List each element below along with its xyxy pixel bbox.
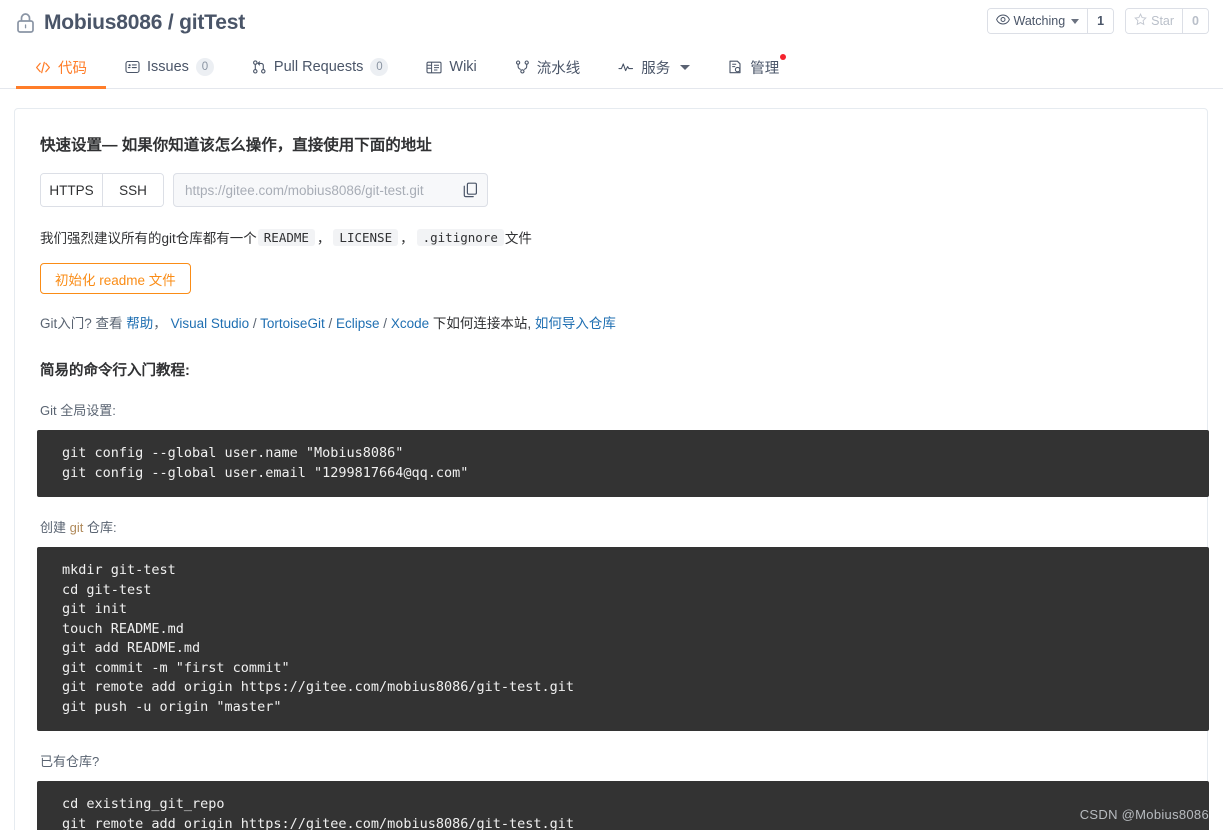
recommend-prefix: 我们强烈建议所有的git仓库都有一个	[40, 227, 257, 247]
protocol-https-button[interactable]: HTTPS	[41, 174, 102, 206]
recommend-line: 我们强烈建议所有的git仓库都有一个 README ， LICENSE ， .g…	[40, 227, 1196, 247]
help-slash-2: /	[328, 316, 332, 331]
issue-card-icon	[125, 60, 140, 74]
tutorial-heading: 简易的命令行入门教程:	[40, 359, 1196, 380]
tab-pipeline-label: 流水线	[537, 57, 581, 78]
watch-button[interactable]: Watching	[988, 9, 1088, 33]
star-label: Star	[1151, 14, 1174, 28]
code-line: touch README.md	[37, 620, 1209, 640]
help-view: 查看	[96, 316, 123, 331]
section-label-global-settings: Git 全局设置:	[40, 400, 1196, 419]
code-block-existing-repo[interactable]: cd existing_git_repo git remote add orig…	[37, 781, 1209, 830]
help-lead: Git入门?	[40, 316, 92, 331]
tag-license: LICENSE	[333, 229, 398, 246]
help-slash-3: /	[383, 316, 387, 331]
book-icon	[426, 61, 442, 74]
quick-setup-heading: 快速设置— 如果你知道该怎么操作，直接使用下面的地址	[40, 133, 1196, 155]
help-comma: ，	[153, 316, 167, 331]
code-line: git commit -m "first commit"	[37, 659, 1209, 679]
page-root: Mobius8086 / gitTest Watching 1	[0, 0, 1223, 830]
tab-services-label: 服务	[641, 57, 670, 78]
recommend-suffix: 文件	[505, 227, 532, 247]
tab-code[interactable]: 代码	[16, 46, 106, 88]
header-actions: Watching 1 Star 0	[987, 8, 1210, 34]
link-tortoisegit[interactable]: TortoiseGit	[260, 316, 325, 331]
section-label-existing-repo: 已有仓库?	[40, 751, 1196, 770]
code-line: git config --global user.email "12998176…	[37, 464, 1209, 484]
tag-separator-2: ，	[400, 227, 414, 247]
tab-manage[interactable]: 管理	[709, 46, 798, 88]
watch-label: Watching	[1014, 14, 1066, 28]
watch-count[interactable]: 1	[1087, 9, 1113, 33]
tab-services[interactable]: 服务	[599, 46, 709, 88]
link-help[interactable]: 帮助	[126, 316, 153, 331]
code-line: cd existing_git_repo	[37, 795, 1209, 815]
create-repo-label-keyword: git	[70, 520, 84, 535]
init-readme-button[interactable]: 初始化 readme 文件	[40, 263, 191, 294]
issues-count-badge: 0	[196, 58, 214, 76]
star-button-group[interactable]: Star 0	[1125, 8, 1209, 34]
link-import-repo[interactable]: 如何导入仓库	[535, 316, 616, 331]
code-block-create-repo[interactable]: mkdir git-test cd git-test git init touc…	[37, 547, 1209, 731]
protocol-ssh-button[interactable]: SSH	[102, 174, 163, 206]
tag-readme: README	[258, 229, 315, 246]
code-line: git init	[37, 600, 1209, 620]
quick-setup-card: 快速设置— 如果你知道该怎么操作，直接使用下面的地址 HTTPS SSH htt…	[14, 108, 1208, 830]
tab-manage-label: 管理	[750, 57, 779, 78]
tab-wiki-label: Wiki	[449, 59, 476, 75]
tab-issues-label: Issues	[147, 59, 189, 75]
section-label-create-repo: 创建 git 仓库:	[40, 517, 1196, 536]
code-line: git config --global user.name "Mobius808…	[37, 444, 1209, 464]
tab-issues[interactable]: Issues 0	[106, 46, 233, 88]
clone-url-value: https://gitee.com/mobius8086/git-test.gi…	[185, 183, 424, 198]
link-xcode[interactable]: Xcode	[391, 316, 429, 331]
code-line: git push -u origin "master"	[37, 698, 1209, 718]
clone-url-row: HTTPS SSH https://gitee.com/mobius8086/g…	[40, 173, 1196, 207]
code-line: cd git-test	[37, 581, 1209, 601]
repo-nav: 代码 Issues 0	[0, 46, 1223, 89]
pulse-icon	[618, 61, 634, 73]
notification-dot-icon	[780, 54, 786, 60]
star-count[interactable]: 0	[1182, 9, 1208, 33]
chevron-down-icon	[1071, 19, 1079, 24]
create-repo-label-post: 仓库:	[83, 520, 116, 535]
repo-header: Mobius8086 / gitTest Watching 1	[0, 0, 1223, 46]
help-mid: 下如何连接本站,	[433, 316, 531, 331]
tag-separator-1: ，	[317, 227, 331, 247]
help-line: Git入门? 查看 帮助， Visual Studio / TortoiseGi…	[40, 312, 1196, 332]
repo-full-name[interactable]: Mobius8086 / gitTest	[44, 11, 245, 35]
code-line: mkdir git-test	[37, 561, 1209, 581]
tag-gitignore: .gitignore	[417, 229, 504, 246]
tab-pull-requests[interactable]: Pull Requests 0	[233, 46, 407, 88]
settings-doc-icon	[728, 60, 743, 74]
copy-icon[interactable]	[463, 182, 478, 198]
link-visual-studio[interactable]: Visual Studio	[171, 316, 250, 331]
star-button[interactable]: Star	[1126, 9, 1182, 33]
eye-icon	[996, 14, 1010, 28]
code-line: git remote add origin https://gitee.com/…	[37, 678, 1209, 698]
link-eclipse[interactable]: Eclipse	[336, 316, 380, 331]
pipeline-icon	[515, 60, 530, 74]
tab-wiki[interactable]: Wiki	[407, 46, 495, 88]
pull-request-icon	[252, 60, 267, 74]
create-repo-label-pre: 创建	[40, 520, 70, 535]
code-line: git add README.md	[37, 639, 1209, 659]
clone-url-input[interactable]: https://gitee.com/mobius8086/git-test.gi…	[173, 173, 488, 207]
page-title: Mobius8086 / gitTest	[16, 11, 245, 35]
code-block-global-settings[interactable]: git config --global user.name "Mobius808…	[37, 430, 1209, 497]
star-icon	[1134, 13, 1147, 29]
tab-code-label: 代码	[58, 57, 87, 78]
help-slash-1: /	[253, 316, 257, 331]
watch-button-group[interactable]: Watching 1	[987, 8, 1115, 34]
lock-icon	[16, 12, 35, 34]
pull-requests-count-badge: 0	[370, 58, 388, 76]
protocol-toggle-group[interactable]: HTTPS SSH	[40, 173, 164, 207]
tab-pipeline[interactable]: 流水线	[496, 46, 600, 88]
tab-pull-requests-label: Pull Requests	[274, 59, 363, 75]
code-line: git remote add origin https://gitee.com/…	[37, 815, 1209, 830]
code-brackets-icon	[35, 61, 51, 74]
chevron-down-icon	[680, 65, 690, 70]
